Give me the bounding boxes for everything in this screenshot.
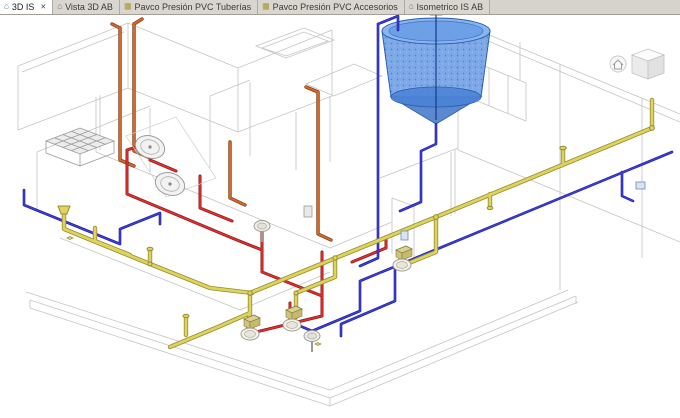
view-3d-icon: ⌂ [4, 1, 9, 11]
floor-drain [314, 342, 322, 346]
viewcube[interactable] [609, 48, 666, 80]
grease-trap-fixture [44, 127, 116, 167]
schedule-icon: ▦ [262, 1, 270, 11]
wall-box [303, 205, 313, 218]
valve-box [635, 181, 646, 190]
close-icon[interactable]: ✕ [40, 3, 46, 11]
model-viewport-canvas[interactable] [0, 15, 680, 418]
tab-label: 3D IS [11, 2, 35, 12]
viewcube-home-button[interactable] [609, 55, 627, 73]
tab-label: Pavco Presión PVC Accesorios [272, 2, 398, 12]
toilet-fixture [282, 305, 303, 332]
toilet-fixture [240, 314, 261, 341]
round-sink [125, 116, 217, 198]
tab-pavco-presion-pvc-tuberias[interactable]: ▦ Pavco Presión PVC Tuberías [119, 0, 259, 14]
tab-pavco-presion-pvc-accesorios[interactable]: ▦ Pavco Presión PVC Accesorios [258, 0, 405, 14]
building-wireframe [17, 21, 680, 407]
water-tank [381, 15, 491, 125]
vent-pipes [110, 17, 333, 242]
valve-box [400, 230, 409, 241]
tab-label: Isometrico IS AB [416, 2, 484, 12]
tab-label: Pavco Presión PVC Tuberías [134, 2, 252, 12]
lavatory-fixture [303, 329, 321, 353]
tab-label: Vista 3D AB [65, 2, 113, 12]
view-3d-icon: ⌂ [57, 1, 63, 11]
model-view-svg [17, 15, 680, 407]
lavatory-fixture [253, 219, 271, 243]
tab-bar-spacer [490, 0, 680, 14]
tab-vista-3d-ab[interactable]: ⌂ Vista 3D AB [53, 0, 120, 14]
tab-isometrico-is-ab[interactable]: ⌂ Isometrico IS AB [404, 0, 491, 14]
viewcube-cube[interactable] [630, 48, 666, 80]
view-3d-icon: ⌂ [408, 1, 414, 11]
floor-drain [66, 236, 74, 240]
view-tab-bar: ⌂ 3D IS ✕ ⌂ Vista 3D AB ▦ Pavco Presión … [0, 0, 680, 15]
toilet-fixture [392, 245, 413, 272]
tab-3d-is[interactable]: ⌂ 3D IS ✕ [0, 0, 54, 14]
schedule-icon: ▦ [123, 1, 132, 11]
